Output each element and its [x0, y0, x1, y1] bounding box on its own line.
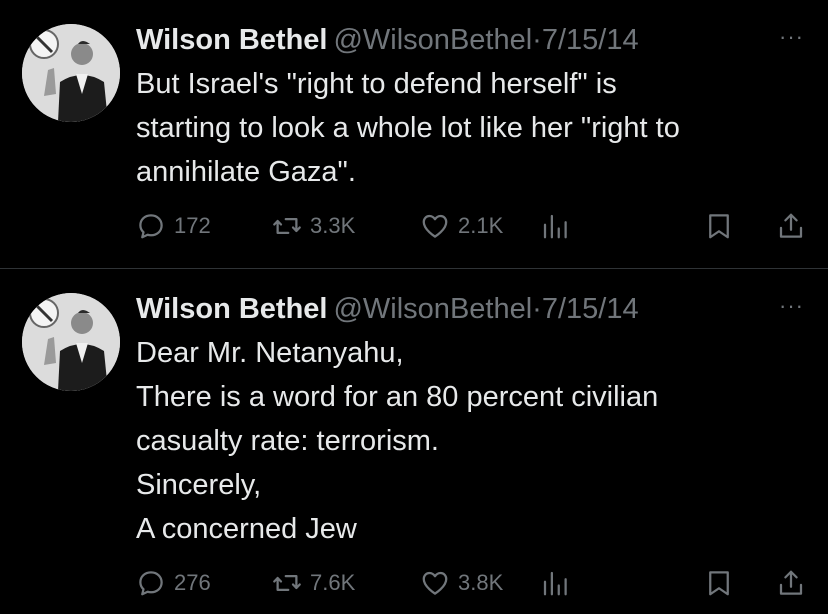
share-icon: [779, 570, 803, 595]
action-bar: 276 7.6K 3.8K: [136, 563, 816, 603]
avatar[interactable]: [22, 24, 120, 122]
tweet-header: Wilson Bethel @WilsonBethel·7/15/14: [136, 289, 639, 329]
retweet-button[interactable]: 7.6K: [272, 563, 355, 603]
tweet-text-line: A concerned Jew: [136, 513, 357, 545]
bookmark-icon: [709, 214, 729, 239]
reply-count: 276: [174, 570, 211, 595]
author-handle[interactable]: @WilsonBethel: [333, 293, 532, 325]
like-button[interactable]: 2.1K: [420, 206, 503, 246]
bookmark-icon: [709, 571, 729, 596]
views-button[interactable]: [540, 206, 570, 246]
action-bar: 172 3.3K 2.1K: [136, 206, 816, 246]
tweet-text: But Israel's "right to defend herself" i…: [136, 62, 796, 194]
share-button[interactable]: [776, 563, 806, 603]
retweet-icon: [273, 575, 301, 591]
share-button[interactable]: [776, 206, 806, 246]
tweet-text-line: Sincerely,: [136, 469, 262, 501]
share-icon: [779, 213, 803, 238]
reply-button[interactable]: 276: [136, 563, 211, 603]
tweet-text-line: But Israel's "right to defend herself" i…: [136, 68, 617, 100]
views-icon: [543, 214, 567, 239]
bookmark-button[interactable]: [704, 563, 734, 603]
tweet-date[interactable]: 7/15/14: [542, 24, 639, 56]
views-button[interactable]: [540, 563, 570, 603]
author-name[interactable]: Wilson Bethel: [136, 293, 327, 325]
like-button[interactable]: 3.8K: [420, 563, 503, 603]
tweet-text-line: There is a word for an 80 percent civili…: [136, 381, 659, 413]
tweet-date[interactable]: 7/15/14: [542, 293, 639, 325]
reply-icon: [139, 571, 163, 596]
tweet[interactable]: Wilson Bethel @WilsonBethel·7/15/14 ··· B…: [0, 0, 828, 268]
retweet-button[interactable]: 3.3K: [272, 206, 355, 246]
heart-icon: [422, 214, 448, 238]
tweet-text-line: starting to look a whole lot like her "r…: [136, 112, 680, 144]
like-count: 2.1K: [458, 213, 504, 238]
tweet-text-line: casualty rate: terrorism.: [136, 425, 439, 457]
retweet-count: 3.3K: [310, 213, 356, 238]
retweet-count: 7.6K: [310, 570, 356, 595]
tweet-text: Dear Mr. Netanyahu, There is a word for …: [136, 331, 796, 551]
separator: ·: [532, 293, 542, 325]
heart-icon: [422, 571, 448, 595]
bookmark-button[interactable]: [704, 206, 734, 246]
more-options-icon[interactable]: ···: [779, 295, 804, 317]
avatar[interactable]: [22, 293, 120, 391]
author-handle[interactable]: @WilsonBethel: [333, 24, 532, 56]
retweet-icon: [273, 218, 301, 234]
reply-count: 172: [174, 213, 211, 238]
separator: ·: [532, 24, 542, 56]
views-icon: [543, 571, 567, 596]
tweet-text-line: Dear Mr. Netanyahu,: [136, 337, 404, 369]
more-options-icon[interactable]: ···: [779, 26, 804, 48]
author-name[interactable]: Wilson Bethel: [136, 24, 327, 56]
tweet-text-line: annihilate Gaza".: [136, 156, 356, 188]
reply-button[interactable]: 172: [136, 206, 211, 246]
tweet[interactable]: Wilson Bethel @WilsonBethel·7/15/14 ··· D…: [0, 269, 828, 614]
tweet-header: Wilson Bethel @WilsonBethel·7/15/14: [136, 20, 639, 60]
reply-icon: [139, 214, 163, 239]
like-count: 3.8K: [458, 570, 504, 595]
